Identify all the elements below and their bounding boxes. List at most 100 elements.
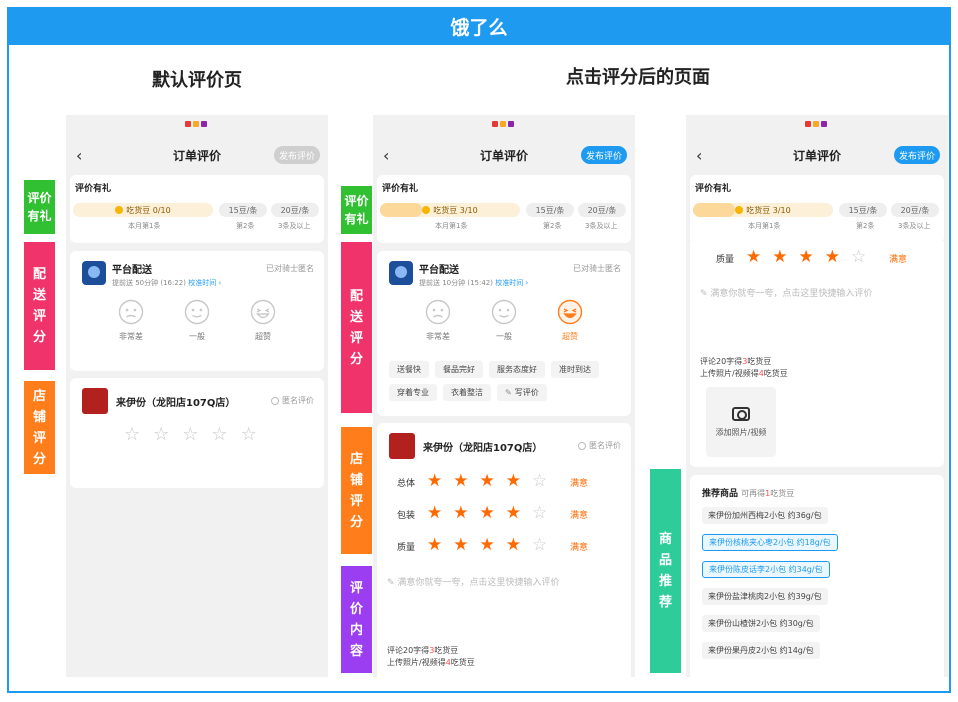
gift-sub-1: 本月第1条 xyxy=(748,222,781,230)
shop-name: 来伊份（龙阳店107Q店） xyxy=(116,397,236,409)
star-rating[interactable]: ★ ★ ★ ★ ☆ xyxy=(746,249,866,266)
rider-avatar xyxy=(82,261,106,285)
gift-sub-3: 3条及以上 xyxy=(278,222,311,230)
star-filled-icon[interactable]: ★ xyxy=(506,473,521,490)
star-outline-icon[interactable]: ☆ xyxy=(182,426,198,444)
rider-name: 平台配送 xyxy=(419,265,459,276)
star-filled-icon[interactable]: ★ xyxy=(799,249,814,266)
phone-default: ‹ 订单评价 发布评价 评价有礼 吃货豆 0/10 15豆/条 20豆/条 本月… xyxy=(66,115,328,677)
face-bad[interactable]: 非常差 xyxy=(412,299,464,342)
star-filled-icon[interactable]: ★ xyxy=(427,537,442,554)
upload-button[interactable]: 添加照片/视频 xyxy=(706,387,776,457)
tag-gift: 评价有礼 xyxy=(24,180,55,234)
star-filled-icon[interactable]: ★ xyxy=(480,473,495,490)
star-filled-icon[interactable]: ★ xyxy=(453,473,468,490)
gift-progress-fill xyxy=(693,203,735,217)
recommend-item[interactable]: 来伊份果丹皮2小包 约14g/包 xyxy=(702,642,820,659)
gift-sub-1: 本月第1条 xyxy=(435,222,468,230)
gift-seg-1: 吃货豆 3/10 xyxy=(693,203,833,217)
chip-service[interactable]: 服务态度好 xyxy=(489,361,545,378)
shop-name: 来伊份（龙阳店107Q店） xyxy=(423,442,543,454)
review-input[interactable]: ✎ 满意你就夸一夸，点击这里快捷输入评价 xyxy=(700,286,872,299)
star-filled-icon[interactable]: ★ xyxy=(506,505,521,522)
publish-button[interactable]: 发布评价 xyxy=(274,146,320,164)
face-bad[interactable]: 非常差 xyxy=(105,299,157,342)
laugh-face-icon xyxy=(557,299,583,325)
gift-card: 评价有礼 吃货豆 3/10 15豆/条 20豆/条 本月第1条 第2条 3条及以… xyxy=(690,175,944,243)
chip-intact[interactable]: 餐品完好 xyxy=(435,361,483,378)
face-great[interactable]: 超赞 xyxy=(544,299,596,342)
review-input[interactable]: ✎ 满意你就夸一夸，点击这里快捷输入评价 xyxy=(387,575,559,588)
star-outline-icon[interactable]: ☆ xyxy=(532,505,547,522)
gift-progress: 吃货豆 3/10 15豆/条 20豆/条 xyxy=(380,203,628,217)
face-great[interactable]: 超赞 xyxy=(237,299,289,342)
publish-button[interactable]: 发布评价 xyxy=(894,146,940,164)
gift-progress: 吃货豆 0/10 15豆/条 20豆/条 xyxy=(73,203,321,217)
star-filled-icon[interactable]: ★ xyxy=(772,249,787,266)
shop-logo xyxy=(389,433,415,459)
shop-card-scrolled: 质量 ★ ★ ★ ★ ☆ 满意 ✎ 满意你就夸一夸，点击这里快捷输入评价 评论20字得3… xyxy=(690,241,944,467)
rating-row-quality: 质量 ★ ★ ★ ★ ☆ 满意 xyxy=(716,247,908,267)
star-outline-icon[interactable]: ☆ xyxy=(241,426,257,444)
recommend-item[interactable]: 来伊份加州西梅2小包 约36g/包 xyxy=(702,507,828,524)
star-rating[interactable]: ★ ★ ★ ★ ☆ xyxy=(427,505,547,522)
star-outline-icon[interactable]: ☆ xyxy=(124,426,140,444)
recommend-item-selected[interactable]: 来伊份核桃夹心枣2小包 约18g/包 xyxy=(702,534,838,551)
face-ok[interactable]: 一般 xyxy=(478,299,530,342)
chip-ontime[interactable]: 准时到达 xyxy=(551,361,599,378)
chip-write[interactable]: ✎ 写评价 xyxy=(497,384,547,401)
phone-after: ‹ 订单评价 发布评价 评价有礼 吃货豆 3/10 15豆/条 20豆/条 本月… xyxy=(373,115,635,677)
shop-card: 来伊份（龙阳店107Q店） 匿名评价 总体 ★ ★ ★ ★ ☆ 满意 包装 ★ ★ ★ ★ ☆ … xyxy=(377,423,631,677)
star-outline-icon[interactable]: ☆ xyxy=(532,473,547,490)
star-filled-icon[interactable]: ★ xyxy=(453,505,468,522)
publish-button[interactable]: 发布评价 xyxy=(581,146,627,164)
star-outline-icon[interactable]: ☆ xyxy=(211,426,227,444)
star-rating[interactable]: ★ ★ ★ ★ ☆ xyxy=(427,473,547,490)
gift-seg-3: 20豆/条 xyxy=(891,203,939,217)
face-ok[interactable]: 一般 xyxy=(171,299,223,342)
tag-gift-2: 评价有礼 xyxy=(341,186,372,234)
radio-icon xyxy=(271,396,279,405)
calibrate-time-link[interactable]: 校准时间 › xyxy=(495,279,528,287)
anonymous-toggle[interactable]: 匿名评价 xyxy=(271,395,314,406)
chip-professional[interactable]: 穿着专业 xyxy=(389,384,437,401)
recommend-item[interactable]: 来伊份盐津桃肉2小包 约39g/包 xyxy=(702,588,828,605)
star-filled-icon[interactable]: ★ xyxy=(506,537,521,554)
gift-title: 评价有礼 xyxy=(695,184,732,194)
gift-title: 评价有礼 xyxy=(75,184,112,194)
gift-card: 评价有礼 吃货豆 0/10 15豆/条 20豆/条 本月第1条 第2条 3条及以… xyxy=(70,175,324,243)
gift-seg-2: 15豆/条 xyxy=(219,203,267,217)
star-rating[interactable]: ★ ★ ★ ★ ☆ xyxy=(427,537,547,554)
star-filled-icon[interactable]: ★ xyxy=(746,249,761,266)
chip-neat[interactable]: 衣着整洁 xyxy=(443,384,491,401)
edit-icon: ✎ xyxy=(700,289,711,299)
gift-seg-2: 15豆/条 xyxy=(839,203,887,217)
tag-recommend: 商品推荐 xyxy=(650,469,681,673)
bean-icon xyxy=(735,206,744,214)
shop-star-rating[interactable]: ☆ ☆ ☆ ☆ ☆ xyxy=(124,426,257,444)
shop-card: 来伊份（龙阳店107Q店） 匿名评价 ☆ ☆ ☆ ☆ ☆ xyxy=(70,378,324,488)
chip-fast[interactable]: 送餐快 xyxy=(389,361,429,378)
neutral-face-icon xyxy=(491,299,517,325)
star-filled-icon[interactable]: ★ xyxy=(427,505,442,522)
delivery-tags: 送餐快 餐品完好 服务态度好 准时到达 穿着专业 衣着整洁 ✎ 写评价 xyxy=(389,361,621,401)
calibrate-time-link[interactable]: 校准时间 › xyxy=(188,279,221,287)
star-outline-icon[interactable]: ☆ xyxy=(532,537,547,554)
gift-seg-3: 20豆/条 xyxy=(578,203,626,217)
anonymous-toggle[interactable]: 匿名评价 xyxy=(578,440,621,451)
heading-after: 点击评分后的页面 xyxy=(566,67,710,88)
star-filled-icon[interactable]: ★ xyxy=(427,473,442,490)
star-outline-icon[interactable]: ☆ xyxy=(153,426,169,444)
star-filled-icon[interactable]: ★ xyxy=(825,249,840,266)
delivery-card: 平台配送 提前送 10分钟 (15:42) 校准时间 › 已对骑士匿名 非常差 … xyxy=(377,251,631,416)
star-filled-icon[interactable]: ★ xyxy=(453,537,468,554)
nav-bar: ‹ 订单评价 发布评价 xyxy=(66,143,328,169)
gift-sub-2: 第2条 xyxy=(236,222,255,230)
star-filled-icon[interactable]: ★ xyxy=(480,537,495,554)
star-outline-icon[interactable]: ☆ xyxy=(851,249,866,266)
recommend-item-selected[interactable]: 来伊份陈皮话李2小包 约34g/包 xyxy=(702,561,830,578)
rating-row-packaging: 包装 ★ ★ ★ ★ ☆ 满意 xyxy=(397,503,589,523)
star-filled-icon[interactable]: ★ xyxy=(480,505,495,522)
recommend-item[interactable]: 来伊份山楂饼2小包 约30g/包 xyxy=(702,615,820,632)
neutral-face-icon xyxy=(184,299,210,325)
